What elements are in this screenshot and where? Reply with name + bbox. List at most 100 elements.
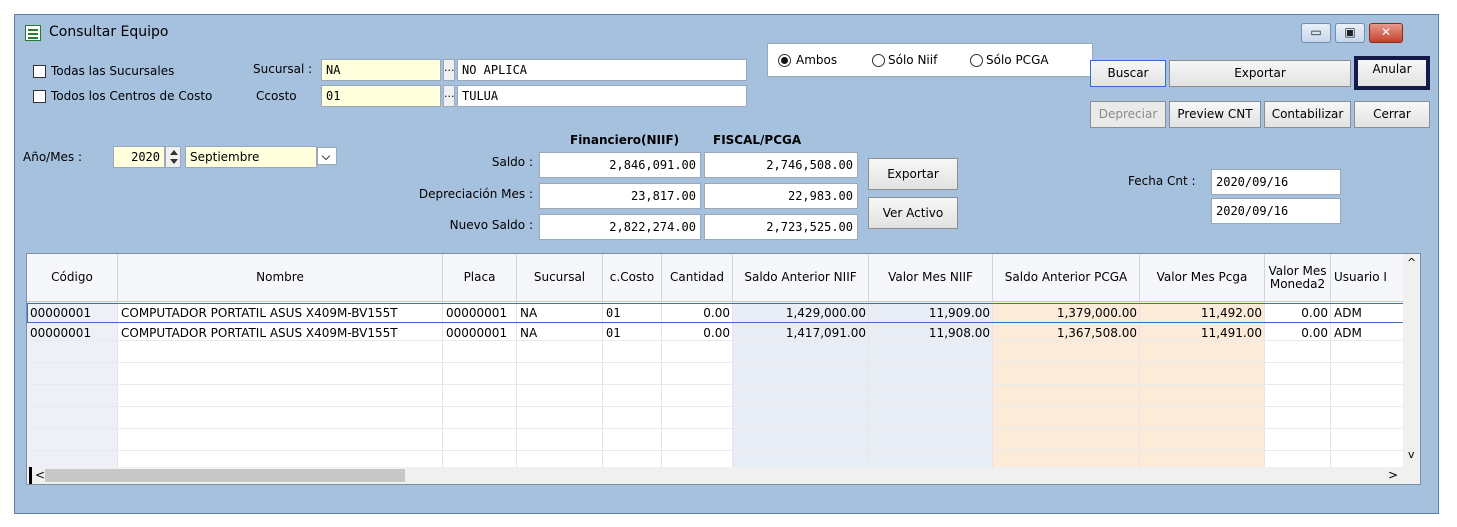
cell-valor-mes-pcga: 11,492.00 <box>1200 306 1262 320</box>
minimize-button[interactable]: ▭ <box>1301 23 1331 43</box>
anio-mes-label: Año/Mes : <box>23 150 83 164</box>
scroll-right-icon[interactable]: > <box>1388 468 1398 482</box>
cell-nombre: COMPUTADOR PORTATIL ASUS X409M-BV155T <box>121 326 398 340</box>
cell-saldo-anterior-niif: 1,429,000.00 <box>785 306 866 320</box>
col-header-usuario[interactable]: Usuario I <box>1331 254 1405 302</box>
scroll-left-icon[interactable]: < <box>35 468 45 482</box>
row-line <box>27 450 1405 451</box>
cell-saldo-anterior-niif: 1,417,091.00 <box>785 326 866 340</box>
cell-sucursal: NA <box>520 306 538 320</box>
ambos-radio[interactable] <box>778 54 791 67</box>
ccosto-label: Ccosto <box>256 89 297 103</box>
month-select[interactable]: Septiembre <box>185 146 317 168</box>
cell-ccosto: 01 <box>606 326 621 340</box>
vertical-scrollbar[interactable]: ^ v <box>1403 254 1420 468</box>
niif-header: Financiero(NIIF) <box>570 133 680 147</box>
col-header-placa[interactable]: Placa <box>443 254 517 302</box>
todas-sucursales-checkbox[interactable] <box>33 65 46 78</box>
scroll-down-icon[interactable]: v <box>1408 448 1415 461</box>
col-header-valor-mes-moneda2[interactable]: Valor Mes Moneda2 <box>1265 254 1331 302</box>
cell-cantidad: 0.00 <box>703 306 730 320</box>
cell-valor-mes-moneda2: 0.00 <box>1301 306 1328 320</box>
niif-dep-field: 23,817.00 <box>539 183 701 209</box>
ccosto-code-input[interactable]: 01 <box>321 85 441 107</box>
col-header-nombre[interactable]: Nombre <box>118 254 443 302</box>
depreciar-button[interactable]: Depreciar <box>1090 101 1166 128</box>
window-title: Consultar Equipo <box>49 24 169 40</box>
cell-valor-mes-niif: 11,908.00 <box>928 326 990 340</box>
scroll-up-icon[interactable]: ^ <box>1407 256 1416 269</box>
contabilizar-button[interactable]: Contabilizar <box>1264 101 1351 128</box>
exportar-top-button[interactable]: Exportar <box>1169 60 1351 87</box>
equipo-grid: Código Nombre Placa Sucursal c.Costo Can… <box>26 253 1421 485</box>
cell-placa: 00000001 <box>446 326 508 340</box>
col-header-saldo-anterior-niif[interactable]: Saldo Anterior NIIF <box>733 254 869 302</box>
cell-valor-mes-niif: 11,909.00 <box>928 306 990 320</box>
app-icon <box>25 25 41 41</box>
todos-centros-checkbox[interactable] <box>33 90 46 103</box>
sucursal-lookup-button[interactable]: ... <box>443 59 455 81</box>
anular-button[interactable]: Anular <box>1354 56 1430 90</box>
chevron-down-icon[interactable] <box>317 147 337 165</box>
col-header-ccosto[interactable]: c.Costo <box>603 254 662 302</box>
sucursal-code-input[interactable]: NA <box>321 59 441 81</box>
row-line <box>27 406 1405 407</box>
maximize-icon: ▣ <box>1344 25 1356 39</box>
col-header-cantidad[interactable]: Cantidad <box>662 254 733 302</box>
exportar-summary-button[interactable]: Exportar <box>868 158 958 190</box>
col-header-valor-mes-pcga[interactable]: Valor Mes Pcga <box>1140 254 1265 302</box>
text-cursor-icon <box>29 467 32 484</box>
col-header-saldo-anterior-pcga[interactable]: Saldo Anterior PCGA <box>993 254 1140 302</box>
cell-cantidad: 0.00 <box>703 326 730 340</box>
solo-niif-radio[interactable] <box>872 54 885 67</box>
solo-niif-label: Sólo Niif <box>888 53 938 67</box>
cell-nombre: COMPUTADOR PORTATIL ASUS X409M-BV155T <box>121 306 398 320</box>
book-radio-group: Ambos Sólo Niif Sólo PCGA <box>767 43 1093 77</box>
minimize-icon: ▭ <box>1310 25 1322 39</box>
cell-ccosto: 01 <box>606 306 621 320</box>
col-header-codigo[interactable]: Código <box>27 254 118 302</box>
col-header-sucursal[interactable]: Sucursal <box>517 254 603 302</box>
row-line <box>27 384 1405 385</box>
cell-codigo: 00000001 <box>30 326 92 340</box>
fiscal-nuevo-field: 2,723,525.00 <box>704 214 858 240</box>
cerrar-button[interactable]: Cerrar <box>1354 101 1430 128</box>
cell-codigo: 00000001 <box>30 306 92 320</box>
saldo-label: Saldo : <box>491 155 533 169</box>
maximize-button[interactable]: ▣ <box>1335 23 1365 43</box>
solo-pcga-label: Sólo PCGA <box>986 53 1049 67</box>
close-button[interactable]: ✕ <box>1369 23 1403 43</box>
fecha-cnt-label: Fecha Cnt : <box>1128 174 1196 188</box>
niif-nuevo-field: 2,822,274.00 <box>539 214 701 240</box>
cell-sucursal: NA <box>520 326 538 340</box>
fecha-cnt-input-2[interactable]: 2020/09/16 <box>1211 198 1341 224</box>
todos-centros-label: Todos los Centros de Costo <box>51 89 213 103</box>
cell-saldo-anterior-pcga: 1,379,000.00 <box>1056 306 1137 320</box>
cell-valor-mes-pcga: 11,491.00 <box>1200 326 1262 340</box>
fecha-cnt-input[interactable]: 2020/09/16 <box>1211 169 1341 195</box>
year-spinner[interactable] <box>165 146 181 168</box>
col-header-valor-mes-niif[interactable]: Valor Mes NIIF <box>869 254 993 302</box>
horizontal-scroll-thumb[interactable] <box>45 469 405 482</box>
year-input[interactable]: 2020 <box>113 146 165 168</box>
title-bar: Consultar Equipo ▭ ▣ ✕ <box>15 15 1438 49</box>
nuevo-saldo-label: Nuevo Saldo : <box>449 218 533 232</box>
cell-valor-mes-moneda2: 0.00 <box>1301 326 1328 340</box>
cell-usuario: ADM <box>1334 306 1362 320</box>
solo-pcga-radio[interactable] <box>970 54 983 67</box>
preview-cnt-button[interactable]: Preview CNT <box>1169 101 1261 128</box>
ccosto-name-field: TULUA <box>457 85 747 107</box>
cell-placa: 00000001 <box>446 306 508 320</box>
consultar-equipo-window: Consultar Equipo ▭ ▣ ✕ Todas las Sucursa… <box>14 14 1439 514</box>
horizontal-scrollbar[interactable]: < > <box>27 467 1420 484</box>
niif-saldo-field: 2,846,091.00 <box>539 152 701 178</box>
ver-activo-button[interactable]: Ver Activo <box>868 197 958 229</box>
sucursal-name-field: NO APLICA <box>457 59 747 81</box>
buscar-button[interactable]: Buscar <box>1090 60 1166 87</box>
todas-sucursales-label: Todas las Sucursales <box>51 64 175 78</box>
cell-usuario: ADM <box>1334 326 1362 340</box>
close-icon: ✕ <box>1380 25 1392 39</box>
ambos-label: Ambos <box>796 53 838 67</box>
ccosto-lookup-button[interactable]: ... <box>443 85 455 107</box>
cell-saldo-anterior-pcga: 1,367,508.00 <box>1056 326 1137 340</box>
